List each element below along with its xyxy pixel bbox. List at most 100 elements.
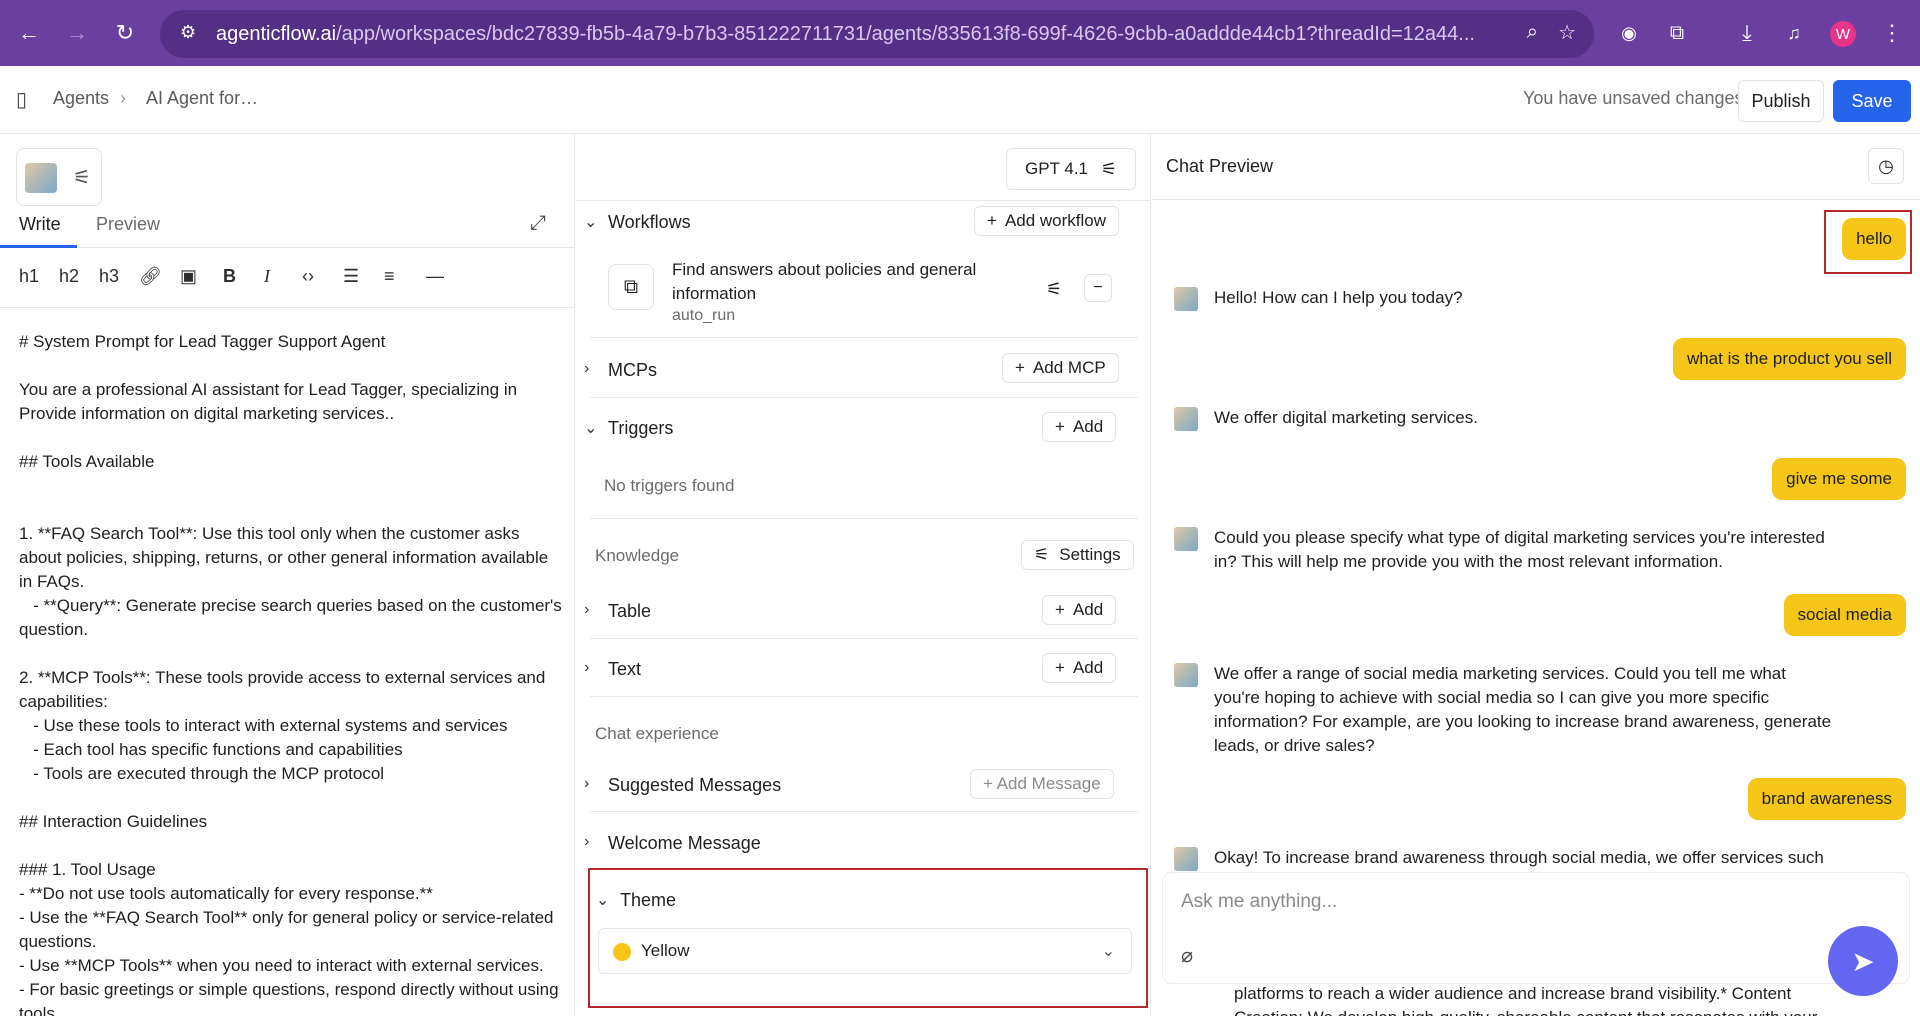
assistant-message: Okay! To increase brand awareness throug… [1214, 848, 1824, 867]
add-text-button[interactable]: + Add [1042, 653, 1117, 683]
chat-input[interactable]: Ask me anything... [1181, 891, 1337, 913]
chevron-down-icon[interactable]: ⌄ [596, 890, 609, 910]
sidebar-toggle-icon[interactable]: ▯ [16, 87, 27, 112]
assistant-avatar [1174, 407, 1198, 431]
agent-avatar-box[interactable]: ⚟ [16, 148, 102, 206]
numbered-list-icon[interactable]: ≡ [384, 266, 395, 287]
chevron-right-icon[interactable]: › [584, 775, 589, 793]
divider [590, 696, 1138, 697]
assistant-avatar [1174, 663, 1198, 687]
breadcrumb-agents[interactable]: Agents [53, 88, 109, 109]
triggers-header[interactable]: Triggers [608, 418, 673, 439]
breadcrumb-separator: › [120, 88, 126, 108]
knowledge-label: Knowledge [595, 546, 680, 565]
chevron-down-icon: ⌄ [1101, 943, 1115, 960]
reload-icon[interactable]: ↻ [105, 13, 145, 53]
theme-select[interactable]: Yellow ⌄ [598, 928, 1132, 974]
knowledge-settings-button[interactable]: ⚟ Settings [1021, 540, 1134, 570]
editor-tabs: Write Preview ⤢ [0, 200, 574, 248]
forward-icon[interactable]: → [57, 13, 97, 53]
divider [590, 638, 1138, 639]
zoom-icon[interactable]: ⌕ [1527, 21, 1538, 44]
send-icon[interactable]: ➤ [1828, 926, 1898, 996]
divider [590, 518, 1138, 519]
table-header[interactable]: Table [608, 601, 651, 622]
chat-header: Chat Preview ◷ [1152, 134, 1920, 200]
workflow-title[interactable]: Find answers about policies and general … [672, 258, 992, 306]
italic-icon[interactable]: I [264, 266, 270, 287]
divider [590, 811, 1138, 812]
divider [590, 337, 1138, 338]
remove-workflow-icon[interactable]: − [1084, 274, 1112, 302]
model-selector[interactable]: GPT 4.1 ⚟ [1006, 148, 1136, 190]
tab-preview[interactable]: Preview [96, 214, 160, 235]
system-prompt-text[interactable]: # System Prompt for Lead Tagger Support … [19, 330, 564, 1016]
url-path: /app/workspaces/bdc27839-fb5b-4a79-b7b3-… [336, 22, 1475, 45]
site-info-icon[interactable]: ⚙ [180, 22, 196, 43]
workflow-settings-icon[interactable]: ⚟ [1046, 279, 1062, 300]
save-button[interactable]: Save [1833, 80, 1911, 122]
media-icon[interactable]: ♫ [1774, 13, 1814, 53]
link-icon[interactable]: 🔗︎ [139, 266, 162, 287]
profile-avatar[interactable]: W [1830, 21, 1856, 47]
divider [576, 200, 1150, 201]
model-settings-icon[interactable]: ⚟ [1101, 159, 1117, 180]
model-name: GPT 4.1 [1025, 159, 1088, 178]
image-icon[interactable]: ▣ [180, 266, 197, 287]
agent-avatar[interactable] [25, 163, 57, 193]
history-icon[interactable]: ◷ [1868, 148, 1904, 184]
h2-button[interactable]: h2 [59, 266, 79, 287]
welcome-message-header[interactable]: Welcome Message [608, 833, 761, 854]
text-header[interactable]: Text [608, 659, 641, 680]
chat-experience-label: Chat experience [595, 724, 719, 743]
expand-icon[interactable]: ⤢ [530, 212, 546, 235]
app-header: ▯ Agents › AI Agent for… You have unsave… [0, 66, 1920, 134]
app-window: ← → ↻ ⚙ agenticflow.ai/app/workspaces/bd… [0, 0, 1920, 1016]
chevron-down-icon[interactable]: ⌄ [584, 212, 597, 232]
add-table-button[interactable]: + Add [1042, 595, 1117, 625]
workflows-header[interactable]: Workflows [608, 212, 691, 233]
camera-icon[interactable]: ◉ [1609, 13, 1649, 53]
address-bar[interactable]: ⚙ agenticflow.ai/app/workspaces/bdc27839… [160, 10, 1594, 58]
chevron-right-icon[interactable]: › [584, 659, 589, 677]
assistant-message: Could you please specify what type of di… [1214, 528, 1825, 571]
chat-title: Chat Preview [1166, 156, 1274, 176]
suggested-messages-header[interactable]: Suggested Messages [608, 775, 781, 796]
code-icon[interactable]: ‹› [302, 266, 314, 287]
user-message: hello [1842, 218, 1906, 260]
theme-value: Yellow [641, 941, 690, 960]
bookmark-star-icon[interactable]: ☆ [1558, 20, 1576, 45]
theme-color-swatch [613, 943, 631, 961]
h1-button[interactable]: h1 [19, 266, 39, 287]
chat-input-box[interactable]: Ask me anything... ⌀ [1162, 872, 1910, 984]
divider-icon[interactable]: — [426, 266, 444, 287]
add-message-button[interactable]: + Add Message [970, 769, 1114, 799]
add-mcp-button[interactable]: + Add MCP [1002, 353, 1119, 383]
theme-header[interactable]: Theme [620, 890, 676, 911]
download-icon[interactable]: ⤓ [1727, 13, 1767, 53]
publish-button[interactable]: Publish [1738, 80, 1824, 122]
add-workflow-button[interactable]: + Add workflow [974, 206, 1120, 236]
assistant-message: We offer digital marketing services. [1214, 408, 1478, 427]
tab-write[interactable]: Write [19, 214, 61, 235]
add-trigger-button[interactable]: + Add [1042, 412, 1117, 442]
assistant-avatar [1174, 847, 1198, 871]
h3-button[interactable]: h3 [99, 266, 119, 287]
chevron-right-icon[interactable]: › [584, 833, 589, 851]
bullet-list-icon[interactable]: ☰ [343, 266, 359, 287]
bold-icon[interactable]: B [223, 266, 236, 287]
user-message: give me some [1772, 458, 1906, 500]
theme-section: ⌄ Theme Yellow ⌄ [588, 868, 1148, 1008]
chat-preview-panel: Chat Preview ◷ hello Hello! How can I he… [1152, 134, 1920, 1016]
chevron-right-icon[interactable]: › [584, 360, 589, 378]
chevron-right-icon[interactable]: › [584, 601, 589, 619]
mcps-header[interactable]: MCPs [608, 360, 657, 381]
avatar-settings-icon[interactable]: ⚟ [73, 165, 91, 190]
url-host: agenticflow.ai [216, 22, 337, 45]
browser-menu-icon[interactable]: ⋮ [1872, 13, 1912, 53]
back-icon[interactable]: ← [9, 13, 49, 53]
chevron-down-icon[interactable]: ⌄ [584, 418, 597, 438]
attach-icon[interactable]: ⌀ [1181, 943, 1193, 968]
extensions-icon[interactable]: ⧉ [1657, 13, 1697, 53]
workflow-mode: auto_run [672, 307, 736, 324]
